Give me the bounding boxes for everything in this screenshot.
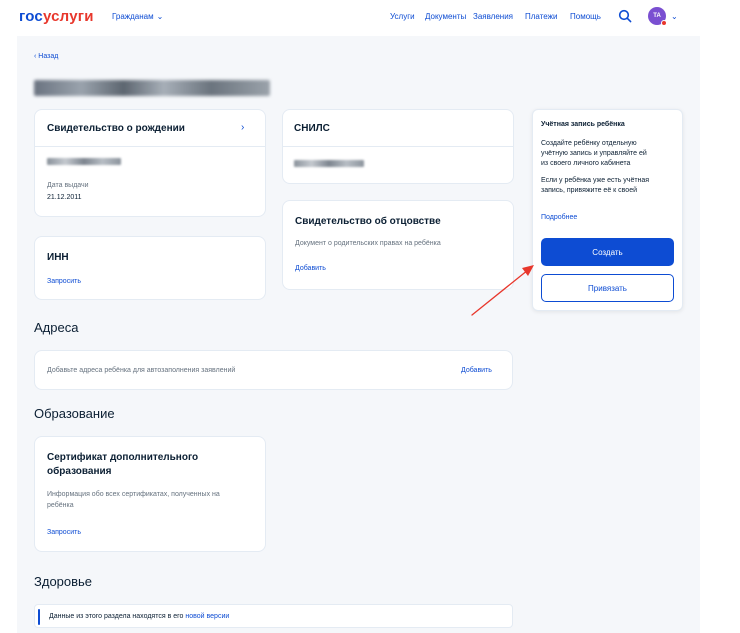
chevron-down-icon: ⌄ (156, 12, 164, 21)
child-name-redacted (34, 80, 270, 96)
supplementary-education-card: Сертификат дополнительного образования И… (34, 436, 266, 552)
search-icon[interactable] (618, 9, 632, 23)
paternity-certificate-title: Свидетельство об отцовстве (295, 216, 441, 227)
snils-card[interactable]: СНИЛС (282, 109, 514, 184)
top-bar: госуслуги Гражданам ⌄ Услуги Документы З… (0, 0, 740, 36)
create-account-button[interactable]: Создать (541, 238, 674, 266)
link-account-button[interactable]: Привязать (541, 274, 674, 302)
birth-certificate-title: Свидетельство о рождении (47, 123, 185, 134)
notice-accent-bar (38, 609, 40, 625)
divider (283, 146, 514, 147)
chevron-right-icon: › (241, 122, 245, 133)
certificate-number-redacted (47, 158, 121, 165)
child-account-text-line: запись, привяжите её к своей (541, 187, 637, 194)
issue-date-label: Дата выдачи (47, 182, 89, 189)
back-link[interactable]: ‹ Назад (34, 53, 58, 60)
certificate-description-line: Информация обо всех сертификатах, получе… (47, 491, 220, 498)
inn-title: ИНН (47, 252, 69, 263)
certificate-title-line: образования (47, 466, 112, 477)
citizens-dropdown[interactable]: Гражданам ⌄ (112, 12, 163, 21)
snils-title: СНИЛС (294, 123, 330, 134)
birth-certificate-card[interactable]: Свидетельство о рождении › Дата выдачи 2… (34, 109, 266, 217)
inn-request-link[interactable]: Запросить (47, 278, 81, 285)
addresses-add-link[interactable]: Добавить (461, 367, 492, 374)
gosuslugi-logo[interactable]: госуслуги (19, 8, 94, 25)
notification-dot (661, 20, 667, 26)
nav-documents[interactable]: Документы (425, 12, 466, 21)
divider (35, 146, 266, 147)
addresses-card: Добавьте адреса ребёнка для автозаполнен… (34, 350, 513, 390)
child-account-title: Учётная запись ребёнка (541, 121, 625, 128)
snils-number-redacted (294, 160, 364, 167)
child-account-text-line: из своего личного кабинета (541, 160, 631, 167)
nav-applications[interactable]: Заявления (473, 12, 513, 21)
health-heading: Здоровье (34, 574, 93, 589)
paternity-add-link[interactable]: Добавить (295, 265, 326, 272)
new-version-link[interactable]: новой версии (185, 613, 229, 620)
certificate-description-line: ребёнка (47, 502, 74, 509)
health-notice-text: Данные из этого раздела находятся в его … (49, 613, 230, 620)
education-heading: Образование (34, 406, 115, 421)
citizens-label: Гражданам (112, 12, 154, 21)
health-notice: Данные из этого раздела находятся в его … (34, 604, 513, 628)
paternity-certificate-card: Свидетельство об отцовстве Документ о ро… (282, 200, 514, 290)
avatar-initials: ТА (653, 13, 661, 19)
issue-date-value: 21.12.2011 (47, 194, 82, 201)
child-account-text-line: учётную запись и управляйте ей (541, 150, 647, 157)
chevron-down-icon[interactable]: ⌄ (671, 12, 678, 21)
more-info-link[interactable]: Подробнее (541, 214, 577, 221)
certificate-title-line: Сертификат дополнительного (47, 452, 199, 463)
inn-card: ИНН Запросить (34, 236, 266, 300)
addresses-heading: Адреса (34, 320, 79, 335)
certificate-request-link[interactable]: Запросить (47, 529, 81, 536)
paternity-description: Документ о родительских правах на ребёнк… (295, 240, 441, 247)
addresses-description: Добавьте адреса ребёнка для автозаполнен… (47, 367, 236, 374)
nav-help[interactable]: Помощь (570, 12, 601, 21)
nav-payments[interactable]: Платежи (525, 12, 557, 21)
nav-services[interactable]: Услуги (390, 12, 415, 21)
child-account-text-line: Если у ребёнка уже есть учётная (541, 177, 650, 184)
avatar[interactable]: ТА (648, 7, 667, 26)
child-account-text-line: Создайте ребёнку отдельную (541, 140, 637, 147)
